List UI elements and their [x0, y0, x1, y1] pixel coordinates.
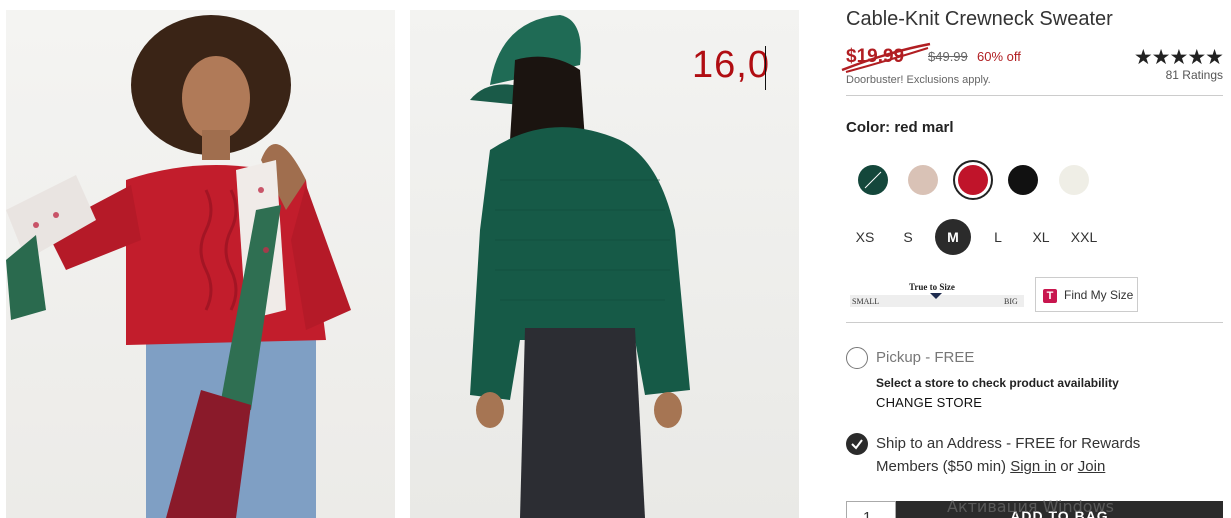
- divider: [846, 95, 1223, 96]
- swatch-green[interactable]: [858, 165, 888, 195]
- overlay-number: 16,0: [692, 44, 770, 86]
- selected-color-name: red marl: [894, 119, 954, 136]
- fit-indicator-arrow: [930, 293, 942, 299]
- fit-big-label: BIG: [1004, 297, 1018, 306]
- text-caret: [765, 46, 766, 90]
- swatch-black[interactable]: [1008, 165, 1038, 195]
- promo-note: Doorbuster! Exclusions apply.: [846, 74, 991, 86]
- original-price: $49.99: [928, 49, 968, 64]
- ship-members-text: Members ($50 min): [876, 458, 1007, 475]
- check-icon: [851, 439, 863, 450]
- swatch-unavailable-slash: [864, 171, 882, 189]
- windows-activation-watermark: Активация Windows: [947, 497, 1114, 516]
- change-store-link[interactable]: CHANGE STORE: [876, 395, 982, 410]
- ratings-count[interactable]: 81 Ratings: [1166, 68, 1223, 82]
- divider: [846, 322, 1223, 323]
- or-text: or: [1060, 458, 1074, 475]
- find-my-size-button[interactable]: T Find My Size: [1035, 277, 1138, 312]
- fit-title: True to Size: [909, 282, 955, 292]
- pickup-label[interactable]: Pickup - FREE: [876, 349, 974, 366]
- size-xs[interactable]: XS: [845, 229, 885, 245]
- swatch-ivory[interactable]: [1059, 165, 1089, 195]
- swatch-red-marl[interactable]: [958, 165, 988, 195]
- find-my-size-label: Find My Size: [1064, 288, 1134, 302]
- product-photo-front[interactable]: [6, 10, 395, 518]
- store-message: Select a store to check product availabi…: [876, 376, 1119, 390]
- quantity-select[interactable]: 1: [846, 501, 896, 518]
- color-label: Color: red marl: [846, 119, 954, 136]
- size-s[interactable]: S: [888, 229, 928, 245]
- size-xxl[interactable]: XXL: [1064, 229, 1104, 245]
- size-m-selected[interactable]: M: [935, 219, 971, 255]
- color-label-text: Color:: [846, 119, 891, 136]
- product-photo-front-illustration: [6, 15, 351, 518]
- rating-stars[interactable]: ★★★★★: [1134, 45, 1224, 70]
- product-details-panel: Cable-Knit Crewneck Sweater $19.99 $49.9…: [841, 0, 1231, 518]
- join-link[interactable]: Join: [1078, 458, 1106, 475]
- pickup-radio[interactable]: [846, 347, 868, 369]
- sign-in-link[interactable]: Sign in: [1010, 458, 1056, 475]
- discount-label: 60% off: [977, 49, 1021, 64]
- size-l[interactable]: L: [978, 229, 1018, 245]
- ship-radio-checked[interactable]: [846, 433, 868, 455]
- swatch-oatmeal[interactable]: [908, 165, 938, 195]
- size-xl[interactable]: XL: [1021, 229, 1061, 245]
- true-fit-logo-icon: T: [1043, 289, 1057, 303]
- ship-label[interactable]: Ship to an Address - FREE for Rewards: [876, 435, 1140, 452]
- product-title: Cable-Knit Crewneck Sweater: [846, 8, 1113, 30]
- price-strike-mark: [841, 42, 931, 73]
- ship-members-line: Members ($50 min) Sign in or Join: [876, 458, 1105, 475]
- fit-small-label: SMALL: [852, 297, 880, 306]
- quantity-value: 1: [863, 509, 872, 518]
